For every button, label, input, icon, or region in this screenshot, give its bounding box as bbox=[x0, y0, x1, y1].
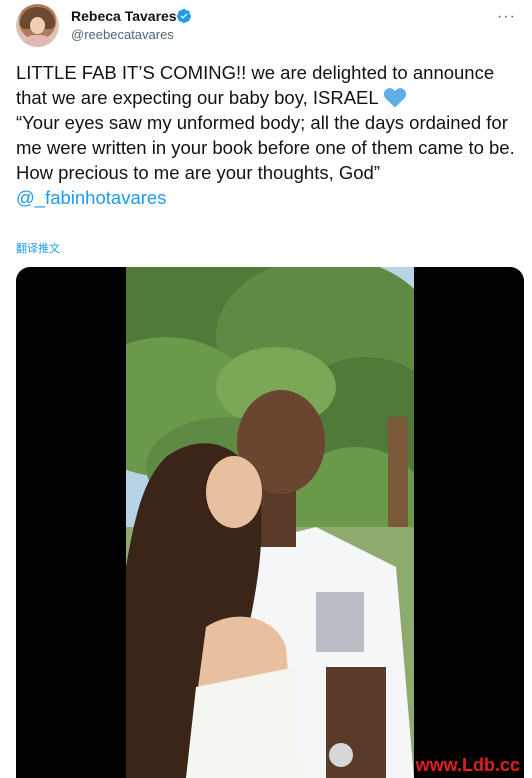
tweet-text: LITTLE FAB IT’S COMING!! we are delighte… bbox=[16, 60, 522, 210]
tweet-text-part2: “Your eyes saw my unformed body; all the… bbox=[16, 112, 515, 183]
author-handle[interactable]: @reebecatavares bbox=[71, 27, 174, 42]
tweet-text-part1: LITTLE FAB IT’S COMING!! we are delighte… bbox=[16, 62, 500, 108]
blue-heart-icon bbox=[384, 88, 407, 108]
watermark-text: www.Ldb.cc bbox=[415, 755, 520, 775]
verified-badge-icon bbox=[176, 9, 191, 23]
more-options-icon[interactable]: ··· bbox=[497, 8, 516, 26]
couple-photo-illustration bbox=[126, 267, 414, 778]
mention-link[interactable]: @_fabinhotavares bbox=[16, 187, 166, 208]
author-avatar[interactable] bbox=[16, 4, 59, 47]
video-frame bbox=[126, 267, 414, 778]
avatar-shirt bbox=[22, 35, 53, 47]
tweet-header: Rebeca Tavares @reebecatavares ··· bbox=[16, 4, 516, 52]
translate-tweet-link[interactable]: 翻译推文 bbox=[16, 240, 60, 256]
avatar-face bbox=[30, 17, 45, 34]
author-name[interactable]: Rebeca Tavares bbox=[71, 8, 177, 24]
tweet-video[interactable]: www.Ldb.cc bbox=[16, 267, 524, 778]
